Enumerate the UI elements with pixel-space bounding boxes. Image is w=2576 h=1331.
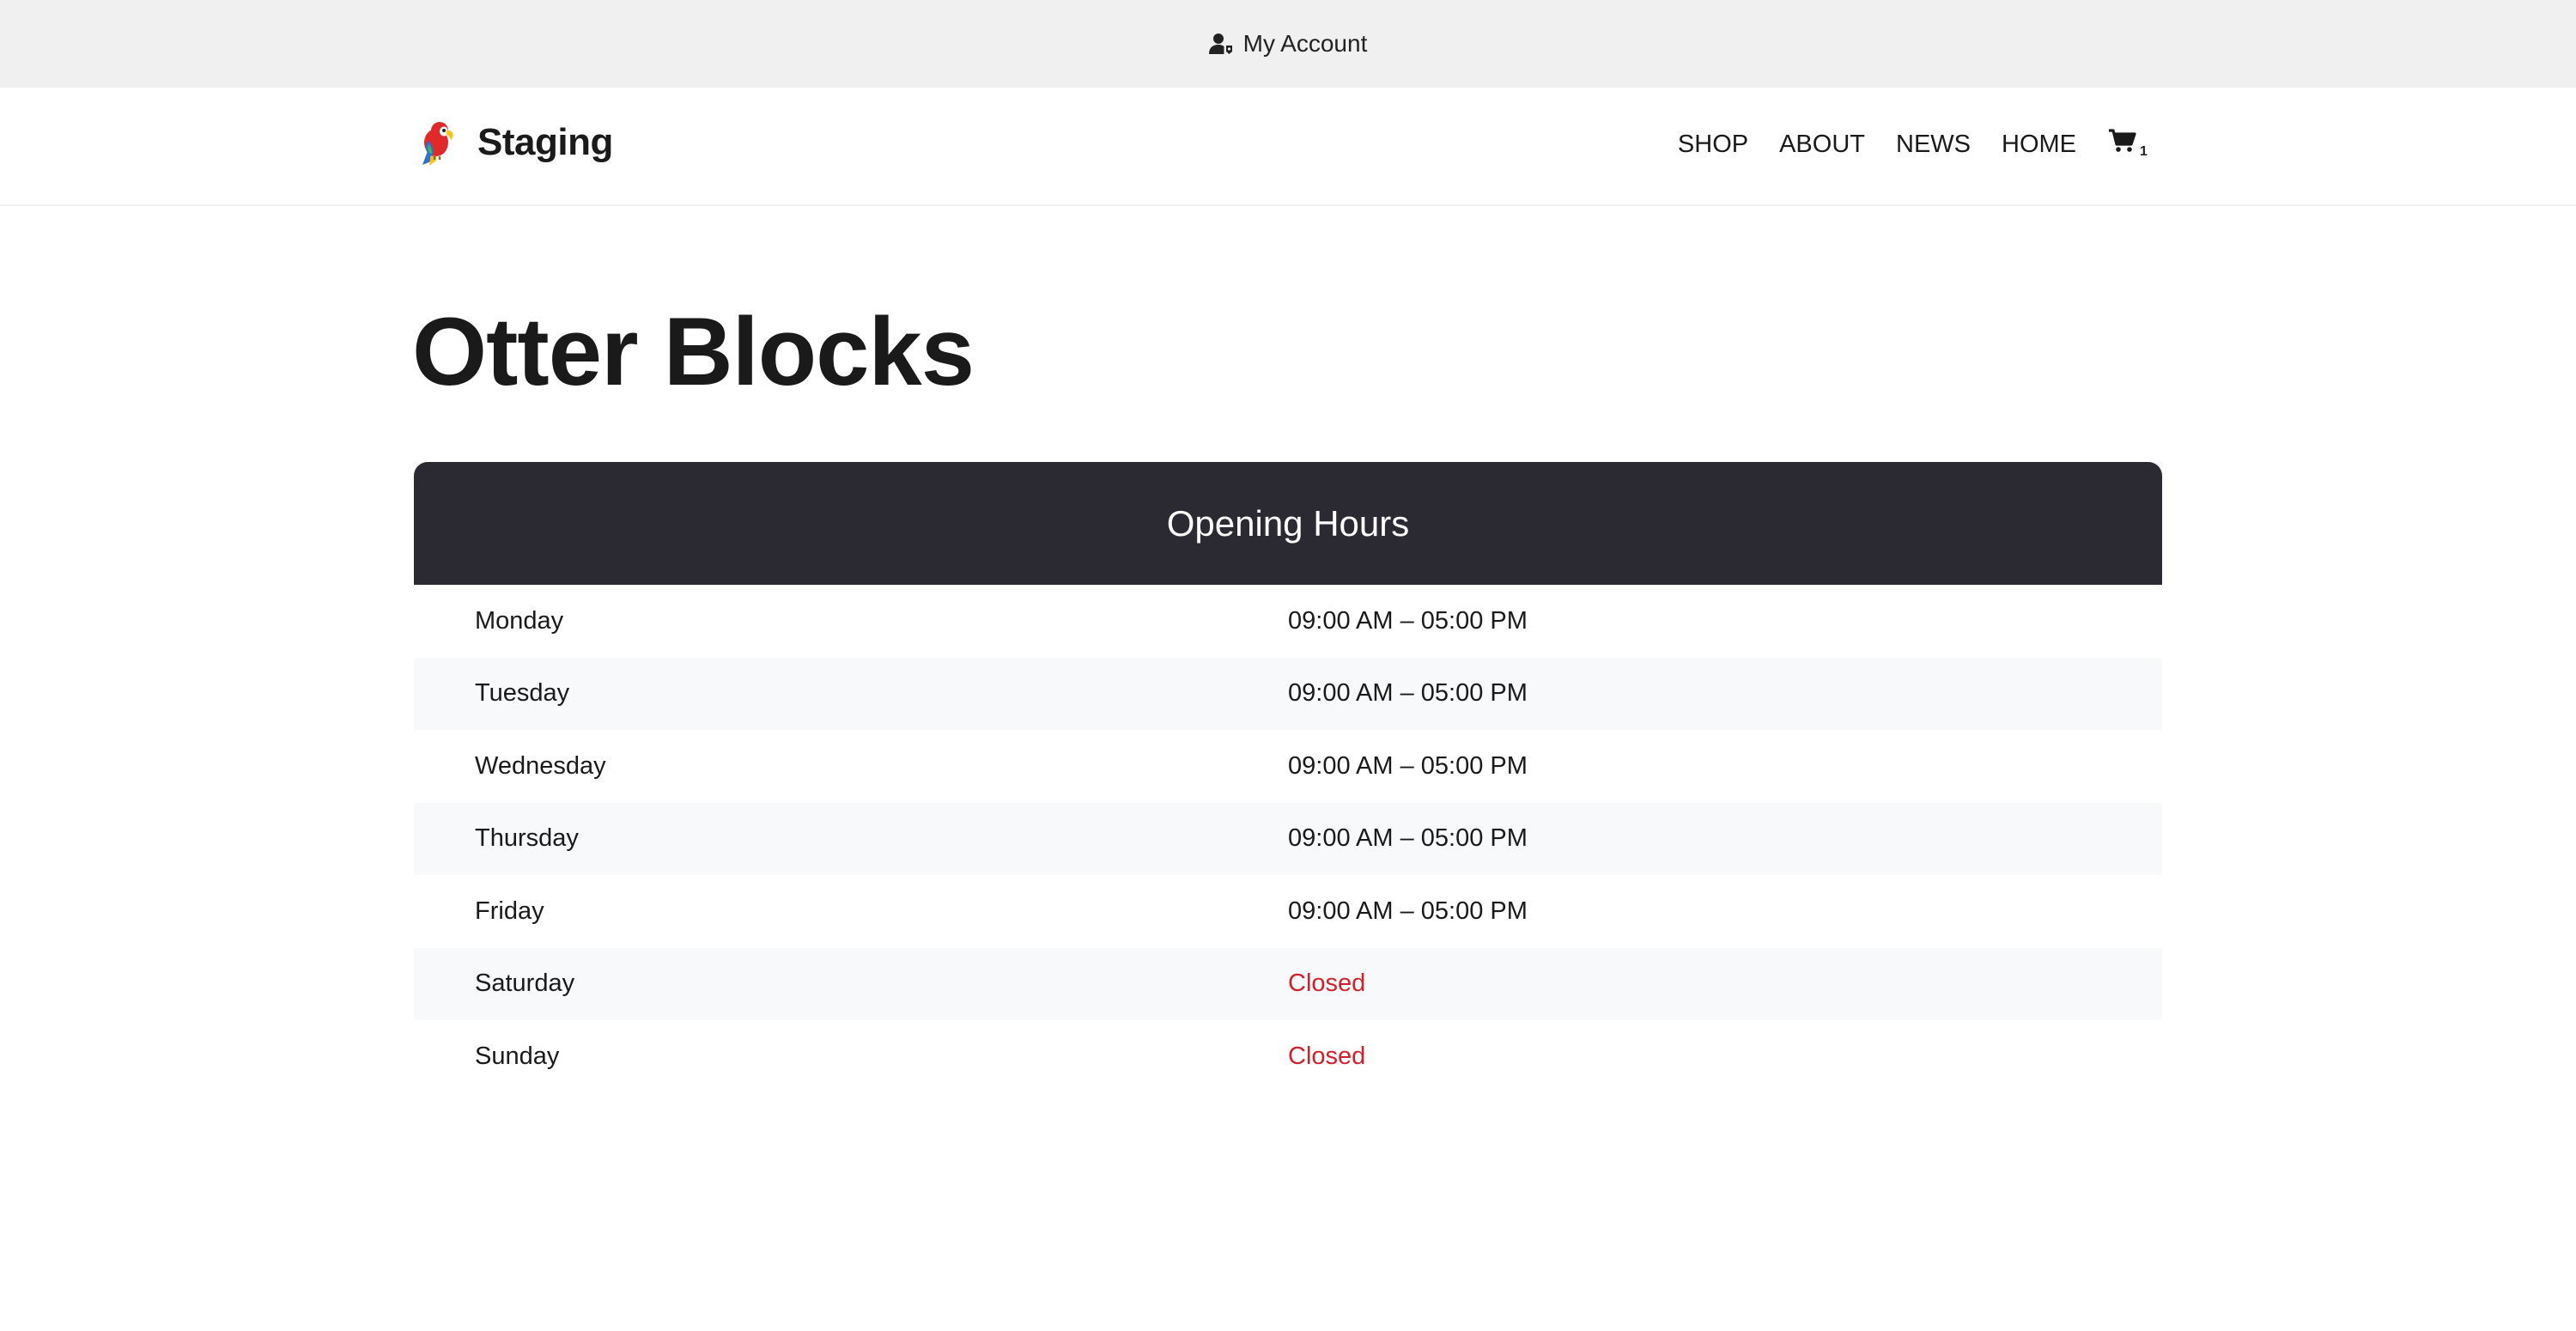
day-label: Wednesday <box>475 751 606 780</box>
time-value: 09:00 AM – 05:00 PM <box>1288 751 1528 780</box>
nav-item-shop[interactable]: SHOP <box>1678 131 1748 157</box>
time-value: 09:00 AM – 05:00 PM <box>1288 606 1528 635</box>
time-value-closed: Closed <box>1288 1042 1366 1070</box>
top-bar: My Account <box>0 0 2576 88</box>
hours-row-sunday: Sunday Closed <box>414 1020 2162 1091</box>
parrot-logo-icon <box>416 119 459 167</box>
time-value: 09:00 AM – 05:00 PM <box>1288 824 1528 853</box>
time-value: 09:00 AM – 05:00 PM <box>1288 679 1528 708</box>
hours-row-wednesday: Wednesday 09:00 AM – 05:00 PM <box>414 730 2162 803</box>
nav-item-news[interactable]: NEWS <box>1896 131 1971 157</box>
time-value-closed: Closed <box>1288 969 1366 998</box>
my-account-label: My Account <box>1242 30 1368 57</box>
my-account-link[interactable]: My Account <box>1208 30 1368 58</box>
nav-item-home[interactable]: HOME <box>2002 131 2076 157</box>
day-label: Monday <box>475 606 564 635</box>
day-label: Tuesday <box>475 679 570 708</box>
hours-row-tuesday: Tuesday 09:00 AM – 05:00 PM <box>414 657 2162 730</box>
day-label: Sunday <box>475 1042 560 1070</box>
site-brand[interactable]: Staging <box>416 119 613 167</box>
main-nav: SHOP ABOUT NEWS HOME 1 <box>1647 127 2148 161</box>
time-value: 09:00 AM – 05:00 PM <box>1288 896 1528 925</box>
opening-hours-title: Opening Hours <box>1166 502 1410 544</box>
cart-count-badge: 1 <box>2140 144 2148 159</box>
day-label: Friday <box>475 896 544 925</box>
site-name: Staging <box>477 121 613 163</box>
opening-hours-header: Opening Hours <box>414 462 2162 585</box>
hours-row-friday: Friday 09:00 AM – 05:00 PM <box>414 875 2162 948</box>
site-header: Staging SHOP ABOUT NEWS HOME 1 <box>0 88 2576 206</box>
user-account-icon <box>1208 33 1233 55</box>
day-label: Saturday <box>475 969 575 998</box>
page-title: Otter Blocks <box>412 298 975 405</box>
cart-button[interactable]: 1 <box>2109 127 2148 161</box>
hours-row-thursday: Thursday 09:00 AM – 05:00 PM <box>414 802 2162 875</box>
day-label: Thursday <box>475 824 579 853</box>
opening-hours-block: Opening Hours Monday 09:00 AM – 05:00 PM… <box>414 462 2162 1091</box>
nav-item-about[interactable]: ABOUT <box>1779 131 1865 157</box>
hours-row-saturday: Saturday Closed <box>414 947 2162 1020</box>
hours-row-monday: Monday 09:00 AM – 05:00 PM <box>414 585 2162 658</box>
